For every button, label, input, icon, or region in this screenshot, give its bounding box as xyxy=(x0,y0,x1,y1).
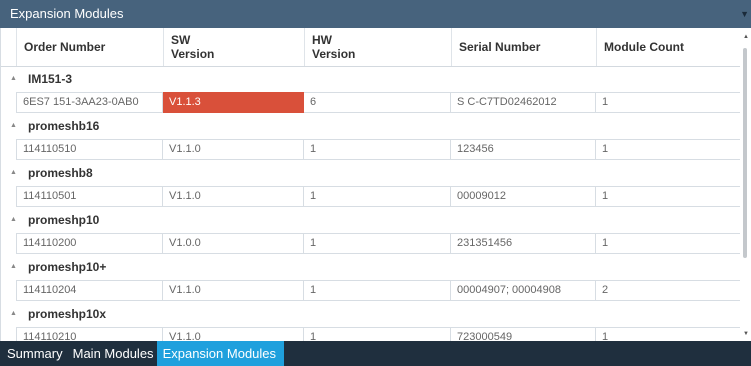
collapse-toggle-icon[interactable]: ▲ xyxy=(10,66,17,92)
column-header[interactable]: Module Count xyxy=(596,28,741,66)
table-row[interactable]: 6ES7 151-3AA23-0AB0 V1.1.3 6 S C-C7TD024620… xyxy=(1,92,741,113)
collapse-toggle-icon[interactable]: ▲ xyxy=(10,207,17,233)
group-name: promeshp10+ xyxy=(28,260,107,274)
group-row[interactable]: ▲ promeshp10 xyxy=(1,207,741,233)
cell-sw[interactable]: V1.0.0 xyxy=(163,233,304,254)
cell-hw[interactable]: 1 xyxy=(304,186,451,207)
cell-sw[interactable]: V1.1.0 xyxy=(163,280,304,301)
cell-serial[interactable]: S C-C7TD02462012 xyxy=(451,92,596,113)
column-header[interactable]: Order Number xyxy=(16,28,163,66)
cell-order[interactable]: 114110510 xyxy=(16,139,163,160)
cell-serial[interactable]: 00004907; 00004908 xyxy=(451,280,596,301)
column-header[interactable]: Serial Number xyxy=(451,28,596,66)
scroll-down-icon[interactable]: ▼ xyxy=(743,331,749,337)
group-row[interactable]: ▲ promeshb8 xyxy=(1,160,741,186)
table-row[interactable]: 114110501 V1.1.0 1 00009012 1 xyxy=(1,186,741,207)
cell-hw[interactable]: 6 xyxy=(304,92,451,113)
column-header[interactable]: HW Version xyxy=(304,28,451,66)
cell-sw[interactable]: V1.1.0 xyxy=(163,139,304,160)
cell-order[interactable]: 114110204 xyxy=(16,280,163,301)
cell-count[interactable]: 1 xyxy=(596,327,741,341)
cell-hw[interactable]: 1 xyxy=(304,233,451,254)
scrollbar-thumb[interactable] xyxy=(743,48,747,258)
grid-header: Order Number SW Version HW Version Serial N… xyxy=(1,28,741,67)
cell-order[interactable]: 6ES7 151-3AA23-0AB0 xyxy=(16,92,163,113)
cell-count[interactable]: 1 xyxy=(596,186,741,207)
cell-sw[interactable]: V1.1.0 xyxy=(163,186,304,207)
scroll-up-icon[interactable]: ▲ xyxy=(743,34,749,40)
table-row[interactable]: 114110510 V1.1.0 1 123456 1 xyxy=(1,139,741,160)
tab-main-modules[interactable]: Main Modules xyxy=(66,341,157,366)
header-indent-cell xyxy=(1,28,16,66)
collapse-toggle-icon[interactable]: ▲ xyxy=(10,254,17,280)
cell-hw[interactable]: 1 xyxy=(304,139,451,160)
cell-count[interactable]: 1 xyxy=(596,92,741,113)
panel-title: Expansion Modules xyxy=(10,6,124,21)
cell-count[interactable]: 2 xyxy=(596,280,741,301)
cell-sw[interactable]: V1.1.3 xyxy=(163,92,304,113)
collapse-toggle-icon[interactable]: ▲ xyxy=(10,160,17,186)
group-name: promeshp10x xyxy=(28,307,107,321)
group-name: IM151-3 xyxy=(28,72,73,86)
cell-serial[interactable]: 231351456 xyxy=(451,233,596,254)
bottom-tab-bar: Summary Main Modules Expansion Modules xyxy=(0,341,751,366)
cell-serial[interactable]: 723000549 xyxy=(451,327,596,341)
group-name: promeshb16 xyxy=(28,119,100,133)
table-row[interactable]: 114110200 V1.0.0 1 231351456 1 xyxy=(1,233,741,254)
group-row[interactable]: ▲ IM151-3 xyxy=(1,66,741,92)
group-name: promeshb8 xyxy=(28,166,93,180)
cell-count[interactable]: 1 xyxy=(596,233,741,254)
tab-expansion-modules[interactable]: Expansion Modules xyxy=(156,341,285,366)
collapse-toggle-icon[interactable]: ▲ xyxy=(10,113,17,139)
cell-order[interactable]: 114110210 xyxy=(16,327,163,341)
column-header[interactable]: SW Version xyxy=(163,28,304,66)
group-name: promeshp10 xyxy=(28,213,100,227)
chevron-down-icon[interactable]: ▼ xyxy=(740,0,749,28)
cell-serial[interactable]: 123456 xyxy=(451,139,596,160)
panel-title-bar: Expansion Modules ▼ xyxy=(0,0,751,28)
cell-order[interactable]: 114110501 xyxy=(16,186,163,207)
cell-hw[interactable]: 1 xyxy=(304,327,451,341)
expansion-modules-grid: Order Number SW Version HW Version Serial N… xyxy=(0,28,751,341)
tab-summary[interactable]: Summary xyxy=(0,341,66,366)
group-row[interactable]: ▲ promeshp10x xyxy=(1,301,741,327)
table-row[interactable]: 114110204 V1.1.0 1 00004907; 00004908 2 xyxy=(1,280,741,301)
cell-count[interactable]: 1 xyxy=(596,139,741,160)
table-row[interactable]: 114110210 V1.1.0 1 723000549 1 xyxy=(1,327,741,341)
vertical-scrollbar[interactable]: ▲ ▼ xyxy=(740,28,751,341)
collapse-toggle-icon[interactable]: ▲ xyxy=(10,301,17,327)
group-row[interactable]: ▲ promeshp10+ xyxy=(1,254,741,280)
cell-serial[interactable]: 00009012 xyxy=(451,186,596,207)
group-row[interactable]: ▲ promeshb16 xyxy=(1,113,741,139)
cell-sw[interactable]: V1.1.0 xyxy=(163,327,304,341)
cell-order[interactable]: 114110200 xyxy=(16,233,163,254)
cell-hw[interactable]: 1 xyxy=(304,280,451,301)
